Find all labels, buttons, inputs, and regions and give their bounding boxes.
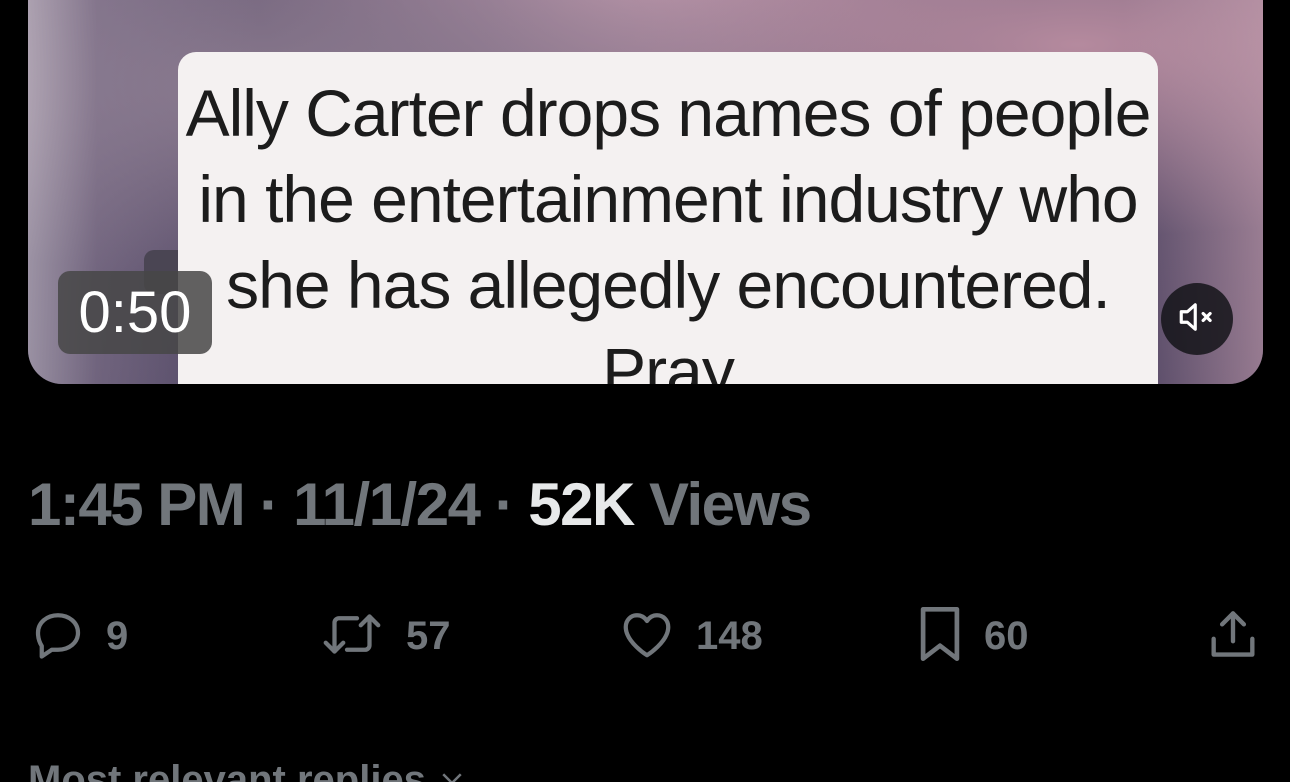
- like-icon: [616, 604, 678, 669]
- like-count: 148: [696, 613, 763, 658]
- like-button[interactable]: 148: [616, 604, 763, 668]
- share-button[interactable]: [1204, 604, 1262, 668]
- post-date: 11/1/24: [293, 471, 481, 538]
- views-label[interactable]: Views: [649, 471, 812, 538]
- chevron-down-icon: [437, 758, 467, 782]
- replies-sort-dropdown[interactable]: Most relevant replies: [28, 758, 467, 782]
- reply-button[interactable]: 9: [28, 604, 128, 668]
- video-duration-badge: 0:50: [58, 271, 212, 354]
- meta-separator: ·: [494, 471, 515, 538]
- bookmark-count: 60: [984, 613, 1029, 658]
- replies-sort-label: Most relevant replies: [28, 758, 426, 782]
- repost-icon: [316, 604, 388, 669]
- repost-count: 57: [406, 613, 451, 658]
- post-time: 1:45 PM: [28, 471, 246, 538]
- views-count[interactable]: 52K: [528, 471, 635, 538]
- post-meta: 1:45 PM · 11/1/24 · 52K Views: [28, 470, 812, 539]
- mute-button[interactable]: [1161, 283, 1233, 355]
- reply-icon: [28, 604, 88, 669]
- reply-count: 9: [106, 613, 129, 658]
- bookmark-icon: [914, 602, 966, 671]
- meta-separator: ·: [259, 471, 279, 538]
- repost-button[interactable]: 57: [316, 604, 451, 668]
- video-caption-text: Ally Carter drops names of people in the…: [185, 76, 1152, 384]
- video-player[interactable]: Ally Carter drops names of people in the…: [28, 0, 1263, 384]
- speaker-muted-icon: [1176, 296, 1218, 343]
- bookmark-button[interactable]: 60: [914, 604, 1029, 668]
- share-icon: [1204, 604, 1262, 669]
